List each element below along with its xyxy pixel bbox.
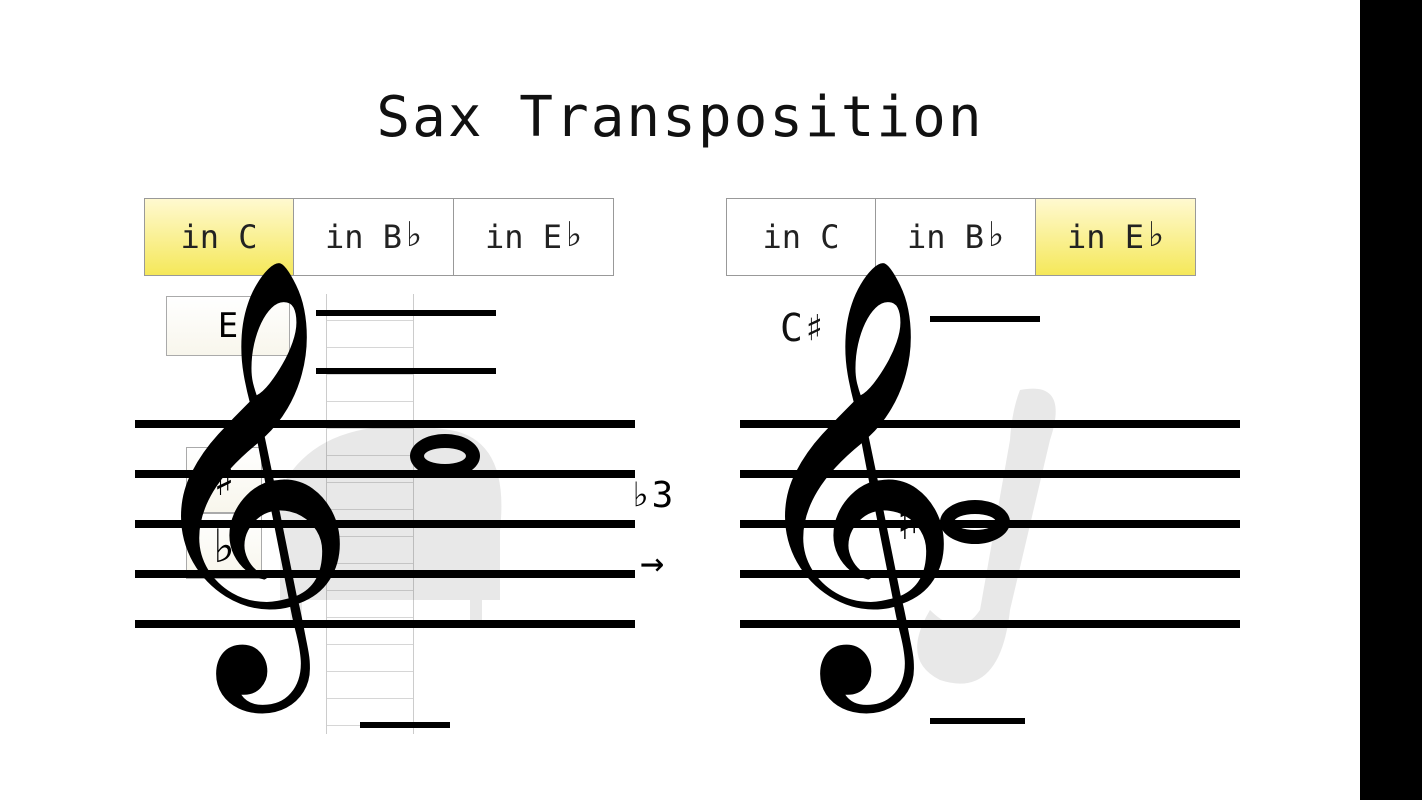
flat-icon: ♭ [406, 215, 422, 255]
ledger-line [360, 722, 450, 728]
tab-label: in E [1067, 218, 1144, 256]
page-title: Sax Transposition [0, 85, 1360, 150]
flat-icon: ♭ [566, 215, 582, 255]
ledger-line [316, 368, 496, 374]
flat-icon: ♭ [988, 215, 1004, 255]
source-note[interactable] [410, 434, 480, 478]
treble-clef-icon: 𝄞 [772, 352, 957, 612]
right-letterbox [1360, 0, 1422, 800]
flat-icon: ♭ [1148, 215, 1164, 255]
tab-left-in-eb[interactable]: in E♭ [454, 198, 614, 276]
tab-label: in E [485, 218, 562, 256]
target-note [940, 500, 1010, 544]
arrow-icon: → [640, 540, 664, 586]
tab-right-in-eb[interactable]: in E♭ [1036, 198, 1196, 276]
ledger-line [316, 310, 496, 316]
ledger-line [930, 316, 1040, 322]
interval-label: ♭3 [630, 475, 673, 516]
sharp-accidental-icon: ♯ [896, 488, 923, 553]
treble-clef-icon: 𝄞 [168, 352, 353, 612]
ledger-line [930, 718, 1025, 724]
